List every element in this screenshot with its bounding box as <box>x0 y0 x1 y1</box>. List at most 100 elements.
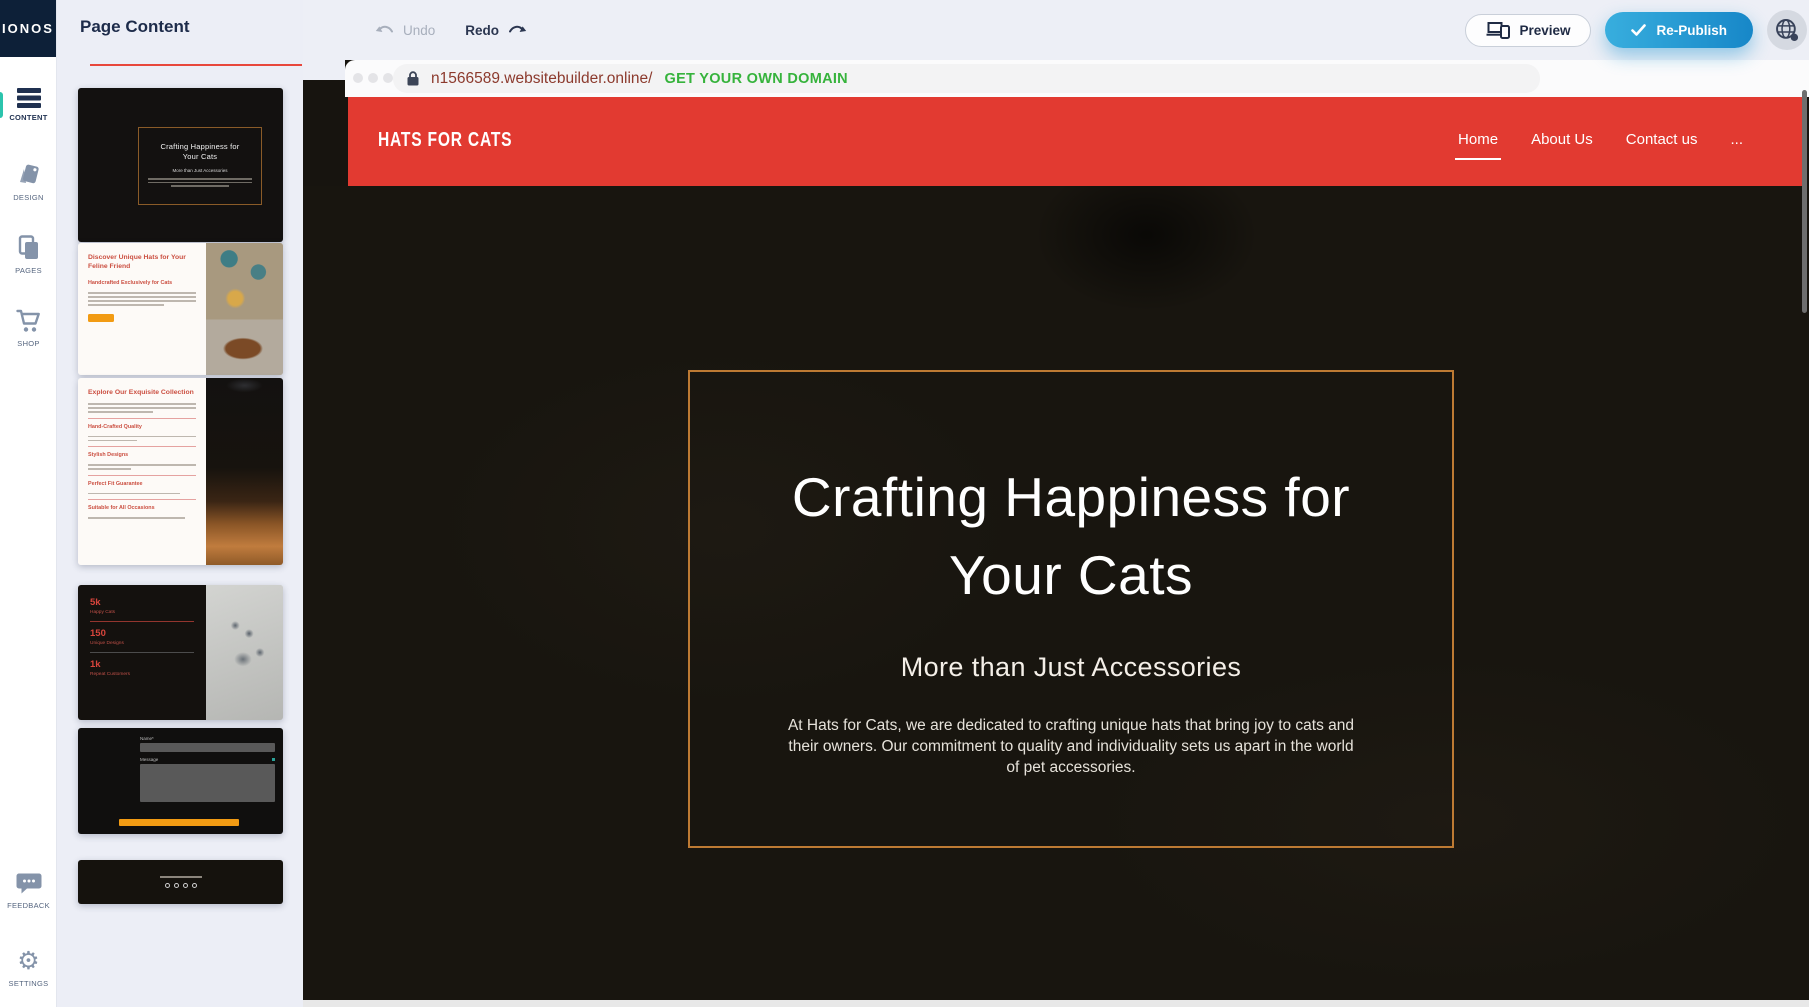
sidebar-item-label: PAGES <box>15 266 42 275</box>
sidebar-item-design[interactable]: DESIGN <box>0 162 57 202</box>
thumb-stat-label: Repeat Customers <box>90 672 194 677</box>
undo-arrow-icon <box>375 24 395 36</box>
micro-text-lines <box>88 403 196 413</box>
thumb-hero-title: Your Cats <box>139 152 261 162</box>
hero-body-text[interactable]: At Hats for Cats, we are dedicated to cr… <box>785 715 1357 778</box>
thumbnail-hero-section[interactable]: Crafting Happiness for Your Cats More th… <box>78 88 283 242</box>
thumb-stat-label: Happy Cats <box>90 610 194 615</box>
sidebar-item-shop[interactable]: SHOP <box>0 308 57 348</box>
thumb-divider <box>88 499 196 500</box>
cart-icon <box>16 308 42 334</box>
panel-title-underline <box>90 64 302 66</box>
thumb-intro-text: Discover Unique Hats for Your Feline Fri… <box>78 243 206 375</box>
sidebar-item-content[interactable]: CONTENT <box>0 88 57 122</box>
sidebar-item-pages[interactable]: PAGES <box>0 235 57 275</box>
hero-title[interactable]: Crafting Happiness for Your Cats <box>690 458 1452 614</box>
thumb-divider <box>88 475 196 476</box>
site-brand[interactable]: HATS FOR CATS <box>378 129 512 152</box>
check-icon <box>1631 24 1646 36</box>
site-url: n1566589.websitebuilder.online/ <box>431 70 652 88</box>
window-dot <box>368 73 378 83</box>
thumbnail-features-section[interactable]: Explore Our Exquisite Collection Hand-Cr… <box>78 378 283 565</box>
micro-text-lines <box>88 436 196 442</box>
thumb-features-text: Explore Our Exquisite Collection Hand-Cr… <box>78 378 206 565</box>
thumb-feature-item: Perfect Fit Guarantee <box>88 481 196 487</box>
thumb-footer <box>78 860 283 904</box>
thumb-form-name-input <box>140 743 275 752</box>
thumb-photo-orange-cat <box>206 378 283 565</box>
site-header[interactable]: HATS FOR CATS Home About Us Contact us .… <box>348 97 1803 186</box>
thumb-intro-subheading: Handcrafted Exclusively for Cats <box>88 280 196 286</box>
feedback-bubble-icon <box>16 872 42 896</box>
page-title: Page Content <box>80 17 190 37</box>
micro-text-lines <box>88 464 196 470</box>
content-icon <box>16 88 42 108</box>
sidebar-item-feedback[interactable]: FEEDBACK <box>0 872 57 910</box>
preview-scrollbar[interactable] <box>1802 90 1807 313</box>
sidebar-item-settings[interactable]: ⚙ SETTINGS <box>0 948 57 988</box>
preview-button[interactable]: Preview <box>1465 14 1591 47</box>
window-dots <box>353 73 393 83</box>
top-toolbar: Undo Redo Preview Re-Publis <box>57 0 1809 60</box>
site-preview: n1566589.websitebuilder.online/ GET YOUR… <box>303 60 1809 1007</box>
thumb-features-heading: Explore Our Exquisite Collection <box>88 388 196 397</box>
republish-label: Re-Publish <box>1656 23 1727 38</box>
redo-label: Redo <box>465 23 499 38</box>
nav-contact-us[interactable]: Contact us <box>1626 131 1698 148</box>
thumb-form: Name* Message <box>140 736 275 802</box>
undo-button[interactable]: Undo <box>375 23 435 38</box>
thumb-feature-item: Suitable for All Occasions <box>88 505 196 511</box>
thumb-stat-value: 5k <box>90 597 194 608</box>
thumb-form-attachment-icon <box>272 758 276 762</box>
thumb-hero-box: Crafting Happiness for Your Cats More th… <box>138 127 262 205</box>
toolbar-actions: Preview Re-Publish <box>1465 0 1807 60</box>
micro-text-lines <box>88 493 196 495</box>
nav-home[interactable]: Home <box>1458 131 1498 148</box>
globe-icon <box>1774 17 1800 43</box>
hero-title-line: Your Cats <box>690 536 1452 614</box>
sidebar-item-label: SHOP <box>17 339 39 348</box>
thumb-stat-label: Unique Designs <box>90 641 194 646</box>
thumb-divider <box>90 652 194 653</box>
republish-button[interactable]: Re-Publish <box>1605 12 1753 48</box>
get-domain-link[interactable]: GET YOUR OWN DOMAIN <box>664 71 847 87</box>
page-content-panel: Page Content Crafting Happiness for Your… <box>57 0 303 1007</box>
site-nav: Home About Us Contact us ... <box>1458 131 1743 148</box>
window-dot <box>353 73 363 83</box>
thumb-social-icons <box>165 883 197 888</box>
design-icon <box>16 162 42 188</box>
undo-label: Undo <box>403 23 435 38</box>
hero-subtitle[interactable]: More than Just Accessories <box>690 652 1452 683</box>
canvas-corner <box>303 60 345 80</box>
micro-text-line <box>160 876 202 878</box>
thumb-form-message-label: Message <box>140 757 158 762</box>
thumb-feature-item: Hand-Crafted Quality <box>88 424 196 430</box>
url-bar[interactable]: n1566589.websitebuilder.online/ GET YOUR… <box>393 64 1540 93</box>
redo-arrow-icon <box>507 24 527 36</box>
thumb-divider <box>90 621 194 622</box>
sidebar-item-label: SETTINGS <box>9 979 49 988</box>
nav-about-us[interactable]: About Us <box>1531 131 1593 148</box>
sidebar-item-label: FEEDBACK <box>7 901 50 910</box>
redo-button[interactable]: Redo <box>465 23 527 38</box>
thumb-stat-value: 1k <box>90 659 194 670</box>
hero-section[interactable]: Crafting Happiness for Your Cats More th… <box>303 186 1809 1000</box>
pages-icon <box>17 235 41 261</box>
thumb-form-submit-button <box>119 819 239 826</box>
selected-hero-block[interactable]: Crafting Happiness for Your Cats More th… <box>688 370 1454 848</box>
thumb-photo-paw-print <box>206 585 283 720</box>
app-sidebar: IONOS CONTENT DESIGN PAGES SHOP <box>0 0 57 1007</box>
micro-text-lines <box>148 178 253 187</box>
thumbnail-footer-section[interactable] <box>78 860 283 904</box>
thumbnail-stats-section[interactable]: 5k Happy Cats 150 Unique Designs 1k Repe… <box>78 585 283 720</box>
thumbnail-intro-section[interactable]: Discover Unique Hats for Your Feline Fri… <box>78 243 283 375</box>
thumb-cta-button <box>88 314 114 322</box>
thumb-form-name-label: Name* <box>140 736 275 741</box>
history-controls: Undo Redo <box>375 0 527 60</box>
nav-more-ellipsis[interactable]: ... <box>1730 131 1743 148</box>
language-globe-button[interactable] <box>1767 10 1807 50</box>
thumb-photo-street-cat <box>206 243 283 375</box>
thumbnail-contact-form[interactable]: Name* Message <box>78 728 283 834</box>
micro-text-lines <box>88 517 196 519</box>
preview-bottom-edge <box>303 1000 1809 1007</box>
